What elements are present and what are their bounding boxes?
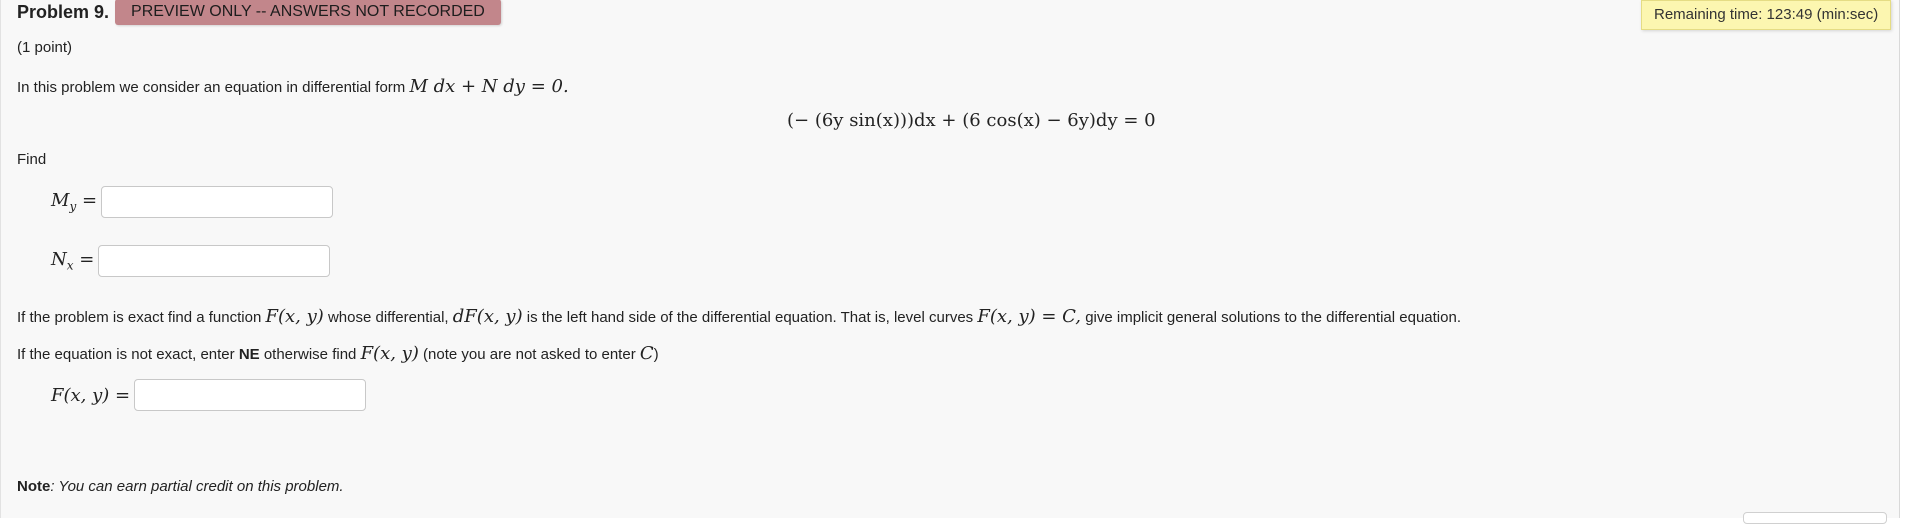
intro-text: In this problem we consider an equation … bbox=[17, 76, 569, 97]
note-label: Note bbox=[17, 478, 51, 495]
exact-text-4: give implicit general solutions to the d… bbox=[1085, 309, 1461, 326]
exact-instructions: If the problem is exact find a function … bbox=[17, 306, 1461, 327]
ne-math-1: F(x, y) bbox=[360, 343, 419, 364]
f-answer-row: F(x, y) = bbox=[51, 379, 367, 411]
remaining-time-badge: Remaining time: 123:49 (min:sec) bbox=[1641, 0, 1892, 30]
nx-input[interactable] bbox=[98, 245, 331, 277]
ne-text-2: otherwise find bbox=[263, 346, 357, 363]
ne-text-3: (note you are not asked to enter bbox=[423, 346, 636, 363]
differential-equation: (− (6y sin(x)))dx + (6 cos(x) − 6y)dy = … bbox=[787, 110, 1156, 131]
f-label-text: F(x, y) = bbox=[51, 384, 131, 406]
ne-math-2: C bbox=[639, 343, 654, 364]
nx-label: Nx = bbox=[51, 249, 95, 273]
preview-only-badge: PREVIEW ONLY -- ANSWERS NOT RECORDED bbox=[115, 0, 501, 25]
note-text: : You can earn partial credit on this pr… bbox=[50, 478, 344, 495]
partial-credit-note: Note: You can earn partial credit on thi… bbox=[17, 478, 344, 495]
ne-text-4: ) bbox=[653, 346, 659, 363]
exact-text-1: If the problem is exact find a function bbox=[17, 309, 262, 326]
my-answer-row: My = bbox=[51, 186, 334, 218]
f-input[interactable] bbox=[134, 379, 367, 411]
exact-math-1: F(x, y) bbox=[265, 306, 324, 327]
bottom-button-edge[interactable] bbox=[1743, 512, 1887, 524]
intro-text-body: In this problem we consider an equation … bbox=[17, 79, 406, 96]
ne-text-1: If the equation is not exact, enter bbox=[17, 346, 235, 363]
nx-label-sub: x bbox=[66, 258, 74, 273]
points-label: (1 point) bbox=[17, 39, 73, 56]
intro-math: M dx + N dy = 0. bbox=[409, 76, 569, 97]
exact-math-3: F(x, y) = C, bbox=[977, 306, 1082, 327]
problem-panel: Problem 9. PREVIEW ONLY -- ANSWERS NOT R… bbox=[0, 0, 1900, 524]
my-label-sub: y bbox=[69, 199, 77, 214]
my-input[interactable] bbox=[101, 186, 334, 218]
ne-bold: NE bbox=[238, 346, 260, 363]
problem-number: Problem 9. bbox=[17, 1, 110, 22]
my-label-main: M bbox=[51, 190, 70, 212]
nx-answer-row: Nx = bbox=[51, 245, 331, 277]
exact-text-3: is the left hand side of the differentia… bbox=[526, 309, 974, 326]
nx-label-main: N bbox=[51, 249, 67, 271]
exact-text-2: whose differential, bbox=[327, 309, 449, 326]
not-exact-instructions: If the equation is not exact, enter NE o… bbox=[17, 343, 659, 364]
my-label: My = bbox=[51, 190, 98, 214]
find-label: Find bbox=[17, 151, 47, 168]
f-label: F(x, y) = bbox=[51, 385, 130, 406]
exact-math-2: dF(x, y) bbox=[452, 306, 523, 327]
problem-header: Problem 9. PREVIEW ONLY -- ANSWERS NOT R… bbox=[17, 0, 501, 25]
